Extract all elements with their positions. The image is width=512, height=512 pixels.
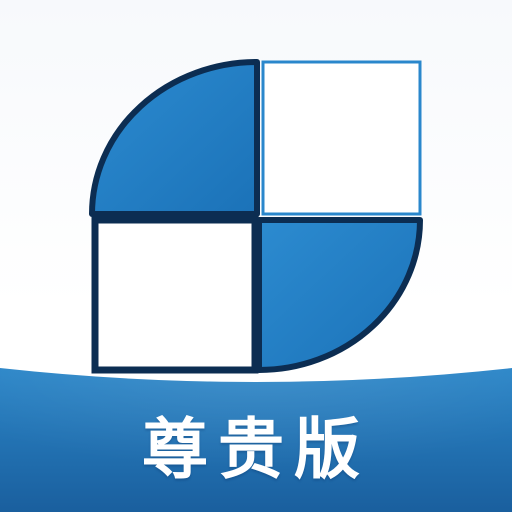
edition-label: 尊贵版 — [142, 410, 370, 488]
quadrant-top-left — [89, 59, 260, 217]
quadrant-bottom-right — [256, 217, 423, 373]
quadrant-bottom-left — [91, 216, 259, 374]
app-icon[interactable]: 尊贵版 — [0, 0, 512, 512]
four-quadrant-leaf-icon — [89, 59, 423, 374]
quadrant-top-right — [261, 60, 422, 216]
